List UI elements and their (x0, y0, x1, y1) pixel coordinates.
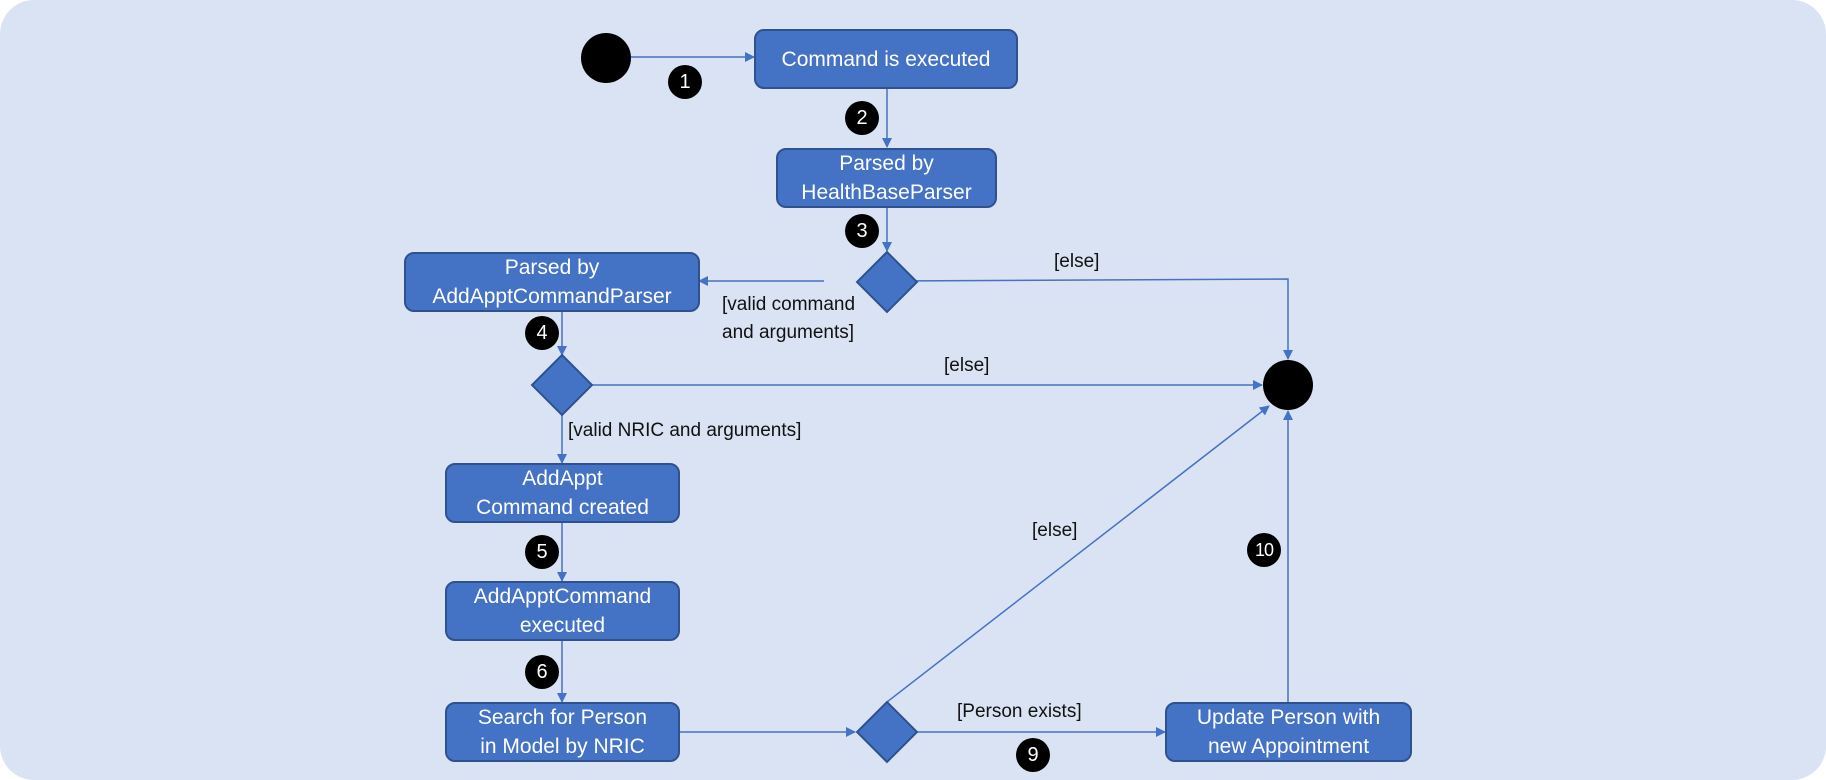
action-update-person: Update Person with new Appointment (1165, 702, 1412, 762)
end-node (1263, 360, 1313, 410)
action-addappt-command-created: AddAppt Command created (445, 463, 680, 523)
action-label: in Model by NRIC (480, 735, 645, 758)
action-label: Command is executed (781, 47, 991, 71)
action-label: AddAppt (522, 467, 603, 490)
guard-line: and arguments] (722, 322, 855, 343)
guard-person-exists: [Person exists] (957, 701, 1082, 722)
action-label: Command created (476, 496, 649, 519)
decision-node-person-exists (855, 700, 919, 764)
action-label: HealthBaseParser (801, 181, 972, 204)
guard-else-decision2: [else] (944, 355, 990, 376)
action-label: new Appointment (1207, 735, 1370, 758)
action-label: executed (519, 614, 606, 637)
step-badge-6: 6 (525, 655, 559, 689)
diagram-canvas: Command is executed Parsed by HealthBase… (0, 0, 1826, 780)
step-badge-10: 10 (1247, 533, 1281, 567)
step-badge-5: 5 (525, 535, 559, 569)
decision-node-nric-valid (530, 353, 594, 417)
edge-decision1-else-to-end (881, 278, 1293, 360)
decision-node-command-valid (855, 250, 919, 314)
action-label: Update Person with (1196, 706, 1381, 729)
action-label: AddApptCommand (473, 585, 652, 608)
action-addapptcommand-executed: AddApptCommand executed (445, 581, 680, 641)
guard-else-decision3: [else] (1032, 520, 1078, 541)
step-badge-3: 3 (845, 214, 879, 248)
action-command-executed: Command is executed (754, 29, 1018, 89)
edge-decision3-else-to-end (886, 405, 1270, 703)
action-label: Parsed by (504, 256, 600, 279)
action-parsed-by-healthbaseparser: Parsed by HealthBaseParser (776, 148, 997, 208)
step-badge-1: 1 (668, 65, 702, 99)
action-label: Parsed by (839, 152, 934, 175)
guard-valid-command: [valid command and arguments] (722, 291, 855, 347)
action-search-person: Search for Person in Model by NRIC (445, 702, 680, 762)
step-badge-2: 2 (845, 101, 879, 135)
diagram-edges (530, 33, 1313, 764)
action-label: Search for Person (477, 706, 648, 729)
action-parsed-by-addapptcommandparser: Parsed by AddApptCommandParser (404, 252, 700, 312)
guard-else-decision1: [else] (1054, 251, 1100, 272)
action-label: AddApptCommandParser (432, 285, 672, 308)
guard-valid-nric: [valid NRIC and arguments] (568, 420, 802, 441)
step-badge-4: 4 (525, 316, 559, 350)
guard-line: [valid command (722, 294, 856, 315)
step-badge-9: 9 (1016, 738, 1050, 772)
start-node (581, 33, 631, 83)
